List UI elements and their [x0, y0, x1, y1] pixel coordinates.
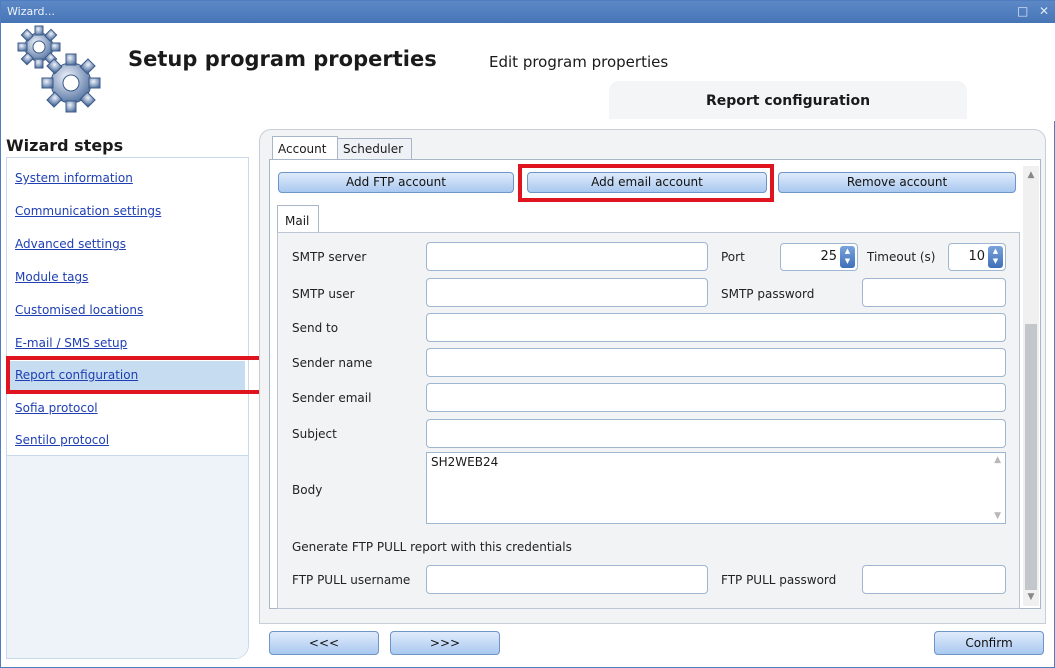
- remove-account-button[interactable]: Remove account: [778, 172, 1016, 193]
- previous-button[interactable]: <<<: [269, 631, 379, 655]
- ftp-pull-username-input[interactable]: [426, 565, 708, 594]
- ftp-pull-note: Generate FTP PULL report with this crede…: [292, 540, 572, 554]
- body-textarea[interactable]: SH2WEB24 ▲ ▼: [426, 452, 1006, 524]
- step-sofia-protocol[interactable]: Sofia protocol: [10, 394, 245, 423]
- tab-mail[interactable]: Mail: [277, 205, 319, 233]
- timeout-spin-arrows-icon[interactable]: ▲ ▼: [988, 246, 1003, 268]
- smtp-password-input[interactable]: [862, 278, 1006, 307]
- timeout-spinner[interactable]: 10 ▲ ▼: [948, 243, 1006, 271]
- step-email-sms-setup[interactable]: E-mail / SMS setup: [10, 329, 245, 358]
- step-customised-locations[interactable]: Customised locations: [10, 296, 245, 325]
- step-advanced-settings[interactable]: Advanced settings: [10, 230, 245, 259]
- close-icon[interactable]: ✕: [1039, 4, 1049, 18]
- scroll-down-icon[interactable]: ▼: [1025, 590, 1037, 604]
- timeout-value: 10: [968, 249, 985, 264]
- wizard-steps-list: System information Communication setting…: [7, 158, 248, 456]
- sender-name-input[interactable]: [426, 348, 1006, 377]
- steps-panel-filler: [7, 456, 248, 658]
- step-module-tags[interactable]: Module tags: [10, 263, 245, 292]
- smtp-server-input[interactable]: [426, 242, 708, 271]
- wizard-window: Wizard... □ ✕ Setup program properties E…: [0, 0, 1055, 668]
- port-value: 25: [820, 249, 837, 264]
- tab-account[interactable]: Account: [272, 136, 338, 160]
- sender-name-label: Sender name: [292, 356, 373, 370]
- subject-label: Subject: [292, 427, 337, 441]
- confirm-button[interactable]: Confirm: [934, 631, 1044, 655]
- tab-scheduler[interactable]: Scheduler: [337, 138, 412, 160]
- add-ftp-account-button[interactable]: Add FTP account: [278, 172, 514, 193]
- page-title: Setup program properties: [128, 47, 437, 71]
- send-to-input[interactable]: [426, 313, 1006, 342]
- timeout-label: Timeout (s): [867, 250, 936, 264]
- next-button[interactable]: >>>: [390, 631, 500, 655]
- ftp-pull-username-label: FTP PULL username: [292, 573, 411, 587]
- page-subtitle: Edit program properties: [489, 53, 669, 71]
- ftp-pull-password-input[interactable]: [862, 565, 1006, 594]
- smtp-password-label: SMTP password: [721, 287, 815, 301]
- smtp-user-input[interactable]: [426, 278, 708, 307]
- gears-icon: [17, 25, 101, 113]
- body-label: Body: [292, 483, 323, 497]
- add-email-account-button[interactable]: Add email account: [527, 172, 767, 193]
- step-sentilo-protocol[interactable]: Sentilo protocol: [10, 426, 245, 455]
- sender-email-label: Sender email: [292, 391, 372, 405]
- title-bar: Wizard... □ ✕: [1, 1, 1055, 23]
- port-label: Port: [721, 250, 745, 264]
- scroll-up-icon[interactable]: ▲: [1025, 168, 1037, 182]
- body-scroll-up-icon[interactable]: ▲: [994, 455, 1001, 465]
- port-spin-arrows-icon[interactable]: ▲ ▼: [840, 246, 855, 268]
- wizard-steps-panel: System information Communication setting…: [6, 157, 249, 659]
- wizard-steps-title: Wizard steps: [6, 136, 124, 155]
- smtp-user-label: SMTP user: [292, 287, 355, 301]
- sender-email-input[interactable]: [426, 383, 1006, 412]
- send-to-label: Send to: [292, 321, 339, 335]
- step-report-configuration[interactable]: Report configuration: [10, 361, 245, 390]
- step-system-information[interactable]: System information: [10, 164, 245, 193]
- wizard-header: Setup program properties Edit program pr…: [1, 23, 1055, 121]
- step-communication-settings[interactable]: Communication settings: [10, 197, 245, 226]
- section-heading: Report configuration: [609, 81, 967, 119]
- maximize-icon[interactable]: □: [1017, 4, 1028, 18]
- ftp-pull-password-label: FTP PULL password: [721, 573, 837, 587]
- port-spinner[interactable]: 25 ▲ ▼: [780, 243, 858, 271]
- window-title: Wizard...: [7, 5, 56, 18]
- body-scroll-down-icon[interactable]: ▼: [994, 511, 1001, 521]
- body-text: SH2WEB24: [431, 455, 499, 469]
- scrollbar-thumb[interactable]: [1025, 324, 1037, 590]
- subject-input[interactable]: [426, 419, 1006, 448]
- smtp-server-label: SMTP server: [292, 250, 367, 264]
- content-scrollbar[interactable]: ▲ ▼: [1023, 166, 1039, 606]
